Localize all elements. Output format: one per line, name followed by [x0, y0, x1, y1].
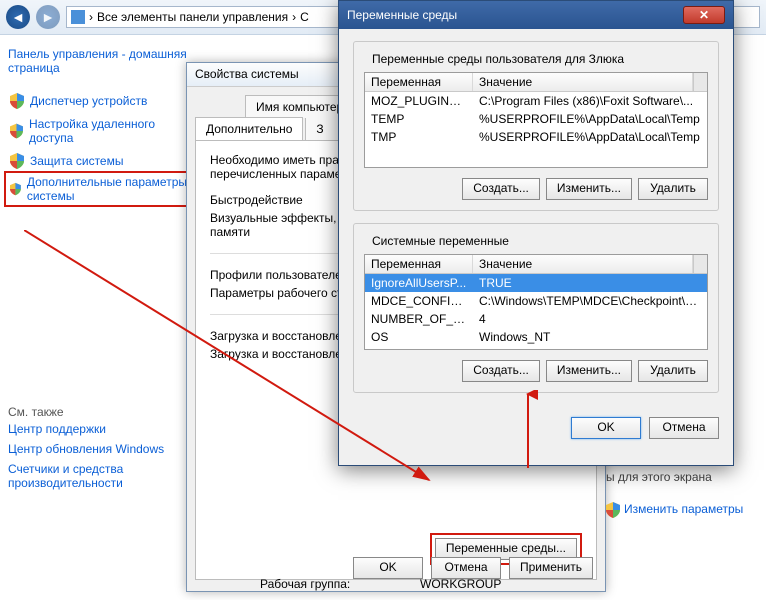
right-strip-text: ы для этого экрана	[606, 470, 756, 484]
user-delete-button[interactable]: Удалить	[638, 178, 708, 200]
shield-icon	[10, 93, 24, 109]
sidebar-item-label: Настройка удаленного доступа	[29, 117, 190, 145]
sidebar-item[interactable]: Дополнительные параметры системы	[4, 171, 196, 207]
cell-var: IgnoreAllUsersP...	[365, 274, 473, 292]
user-edit-button[interactable]: Изменить...	[546, 178, 632, 200]
system-vars-table[interactable]: Переменная Значение IgnoreAllUsersP...TR…	[364, 254, 708, 350]
table-row[interactable]: NUMBER_OF_P...4	[365, 310, 707, 328]
cell-var: MOZ_PLUGIN_P...	[365, 92, 473, 110]
sidebar-item-label: Дополнительные параметры системы	[27, 175, 190, 203]
cell-var: TMP	[365, 128, 473, 146]
cell-var: OS	[365, 328, 473, 346]
forward-button[interactable]: ►	[36, 5, 60, 29]
col-variable[interactable]: Переменная	[365, 73, 473, 91]
col-value[interactable]: Значение	[473, 255, 693, 273]
table-row[interactable]: IgnoreAllUsersP...TRUE	[365, 274, 707, 292]
user-vars-table[interactable]: Переменная Значение MOZ_PLUGIN_P...C:\Pr…	[364, 72, 708, 168]
table-row[interactable]: OSWindows_NT	[365, 328, 707, 346]
tab-advanced[interactable]: Дополнительно	[195, 117, 303, 140]
sys-create-button[interactable]: Создать...	[462, 360, 540, 382]
user-vars-legend: Переменные среды пользователя для Злюка	[368, 52, 628, 66]
cell-val: C:\Program Files (x86)\Foxit Software\..…	[473, 92, 707, 110]
see-also-link[interactable]: Центр поддержки	[8, 419, 192, 439]
cell-val: Windows_NT	[473, 328, 707, 346]
breadcrumb-segment[interactable]: Все элементы панели управления	[97, 10, 288, 24]
right-strip: ы для этого экрана Изменить параметры	[606, 470, 756, 518]
cell-val: %USERPROFILE%\AppData\Local\Temp	[473, 128, 707, 146]
cancel-button[interactable]: Отмена	[431, 557, 501, 579]
scrollbar[interactable]	[693, 255, 707, 273]
workgroup-value: WORKGROUP	[420, 577, 501, 591]
see-also-title: См. также	[8, 405, 192, 419]
sidebar-item[interactable]: Защита системы	[8, 149, 192, 173]
back-button[interactable]: ◄	[6, 5, 30, 29]
close-button[interactable]: ✕	[683, 6, 725, 24]
cell-val: 4	[473, 310, 707, 328]
dialog-titlebar[interactable]: Переменные среды ✕	[339, 1, 733, 29]
system-vars-group: Системные переменные Переменная Значение…	[353, 223, 719, 393]
ok-button[interactable]: OK	[571, 417, 641, 439]
table-row[interactable]: MDCE_CONFIG_...C:\Windows\TEMP\MDCE\Chec…	[365, 292, 707, 310]
sidebar-item[interactable]: Настройка удаленного доступа	[8, 113, 192, 149]
dialog-title: Переменные среды	[347, 8, 683, 22]
see-also-link[interactable]: Центр обновления Windows	[8, 439, 192, 459]
sys-delete-button[interactable]: Удалить	[638, 360, 708, 382]
scrollbar[interactable]	[693, 73, 707, 91]
sidebar: Панель управления - домашняя страница Ди…	[0, 35, 200, 600]
cell-val: C:\Windows\TEMP\MDCE\Checkpoint\w...	[473, 292, 707, 310]
sys-edit-button[interactable]: Изменить...	[546, 360, 632, 382]
system-vars-legend: Системные переменные	[368, 234, 513, 248]
table-row[interactable]: TMP%USERPROFILE%\AppData\Local\Temp	[365, 128, 707, 146]
cell-var: NUMBER_OF_P...	[365, 310, 473, 328]
user-create-button[interactable]: Создать...	[462, 178, 540, 200]
change-params-link[interactable]: Изменить параметры	[606, 502, 756, 518]
sidebar-item-label: Диспетчер устройств	[30, 94, 147, 108]
cell-var: TEMP	[365, 110, 473, 128]
control-panel-icon	[71, 10, 85, 24]
environment-variables-dialog: Переменные среды ✕ Переменные среды поль…	[338, 0, 734, 466]
sidebar-item-label: Защита системы	[30, 154, 123, 168]
cell-val: %USERPROFILE%\AppData\Local\Temp	[473, 110, 707, 128]
col-variable[interactable]: Переменная	[365, 255, 473, 273]
shield-icon	[606, 502, 620, 518]
user-vars-group: Переменные среды пользователя для Злюка …	[353, 41, 719, 211]
cancel-button[interactable]: Отмена	[649, 417, 719, 439]
cell-val: TRUE	[473, 274, 707, 292]
shield-icon	[10, 153, 24, 169]
table-row[interactable]: TEMP%USERPROFILE%\AppData\Local\Temp	[365, 110, 707, 128]
col-value[interactable]: Значение	[473, 73, 693, 91]
breadcrumb-sep: ›	[292, 10, 296, 24]
ok-button[interactable]: OK	[353, 557, 423, 579]
sidebar-home[interactable]: Панель управления - домашняя страница	[8, 47, 192, 75]
table-row[interactable]: MOZ_PLUGIN_P...C:\Program Files (x86)\Fo…	[365, 92, 707, 110]
shield-icon	[10, 181, 21, 197]
shield-icon	[10, 123, 23, 139]
sidebar-item[interactable]: Диспетчер устройств	[8, 89, 192, 113]
workgroup-label: Рабочая группа:	[260, 577, 350, 591]
see-also-link[interactable]: Счетчики и средства производительности	[8, 459, 192, 493]
apply-button[interactable]: Применить	[509, 557, 593, 579]
cell-var: MDCE_CONFIG_...	[365, 292, 473, 310]
breadcrumb-sep: ›	[89, 10, 93, 24]
breadcrumb-segment[interactable]: С	[300, 10, 309, 24]
